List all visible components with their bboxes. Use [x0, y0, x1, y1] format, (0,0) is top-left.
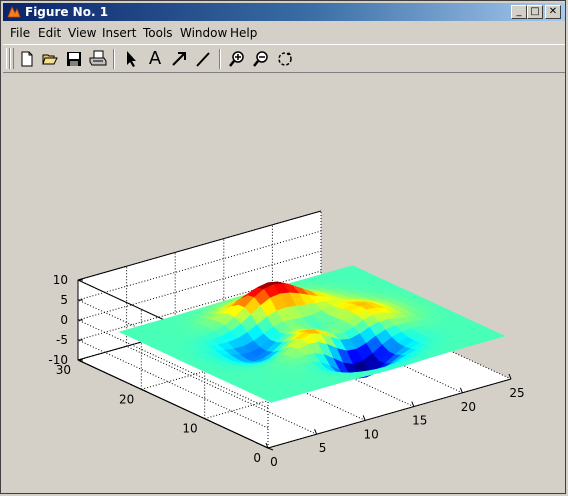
insert-text-button[interactable]: A [145, 49, 165, 69]
toolbar-separator [113, 49, 115, 69]
menu-window[interactable]: Window [180, 26, 227, 40]
z-tick-label: 10 [53, 273, 68, 287]
menu-edit[interactable]: Edit [38, 26, 61, 40]
close-button[interactable]: ✕ [545, 5, 561, 19]
save-icon [67, 52, 81, 66]
print-button[interactable] [88, 49, 108, 69]
x-tick-label: 5 [319, 441, 327, 455]
x-tick-label: 0 [270, 455, 278, 469]
menu-insert[interactable]: Insert [102, 26, 136, 40]
save-button[interactable] [64, 49, 84, 69]
axes-canvas[interactable]: 05101520250102030-10-50510 [1, 73, 567, 495]
x-tick-label: 10 [364, 427, 379, 441]
close-icon: ✕ [548, 6, 558, 17]
insert-arrow-button[interactable] [169, 49, 189, 69]
rotate-3d-icon [278, 52, 292, 66]
y-tick-label: 10 [182, 422, 197, 436]
menu-tools[interactable]: Tools [143, 26, 173, 40]
y-tick-label: 0 [253, 451, 261, 465]
zoom-out-icon [253, 51, 268, 67]
x-tick-label: 15 [412, 414, 427, 428]
title-bar[interactable]: Figure No. 1 _ □ ✕ [3, 3, 565, 21]
x-tick-label: 25 [509, 386, 524, 400]
edit-plot-arrow-icon [127, 51, 136, 67]
maximize-button[interactable]: □ [527, 5, 543, 19]
toolbar-grip[interactable] [10, 48, 14, 69]
insert-line-button[interactable] [193, 49, 213, 69]
rotate-3d-button[interactable] [275, 49, 295, 69]
restore-icon: □ [530, 6, 540, 17]
z-tick-label: -5 [56, 333, 68, 347]
figure-window: Figure No. 1 _ □ ✕ File Edit View Insert… [0, 0, 566, 494]
z-tick-label: -10 [48, 353, 68, 367]
insert-line-icon [196, 52, 210, 67]
edit-plot-button[interactable] [121, 49, 141, 69]
zoom-in-icon [229, 51, 244, 67]
menu-view[interactable]: View [68, 26, 96, 40]
toolbar-separator [219, 49, 221, 69]
menu-help[interactable]: Help [230, 26, 257, 40]
zoom-in-button[interactable] [227, 49, 247, 69]
matlab-logo-icon [7, 6, 21, 18]
minimize-icon: _ [516, 6, 522, 17]
minimize-button[interactable]: _ [511, 5, 527, 19]
figure-toolbar: A [3, 44, 565, 73]
zoom-out-button[interactable] [251, 49, 271, 69]
plot-area: 0 5 10 15 20 25 0 10 20 30 -10 -5 0 5 10 [1, 73, 567, 495]
menu-bar: File Edit View Insert Tools Window Help [3, 23, 565, 42]
x-tick-label: 20 [461, 400, 476, 414]
insert-arrow-icon [172, 52, 186, 66]
y-tick-label: 20 [119, 392, 134, 406]
open-file-button[interactable] [40, 49, 60, 69]
open-file-icon [42, 54, 58, 65]
insert-text-icon: A [148, 48, 162, 69]
print-icon [89, 50, 107, 66]
y-tick [267, 447, 274, 451]
menu-file[interactable]: File [10, 26, 30, 40]
z-tick-label: 5 [60, 293, 68, 307]
window-title: Figure No. 1 [25, 5, 109, 19]
new-figure-button[interactable] [17, 49, 37, 69]
z-tick-label: 0 [60, 313, 68, 327]
new-figure-icon [21, 51, 33, 67]
